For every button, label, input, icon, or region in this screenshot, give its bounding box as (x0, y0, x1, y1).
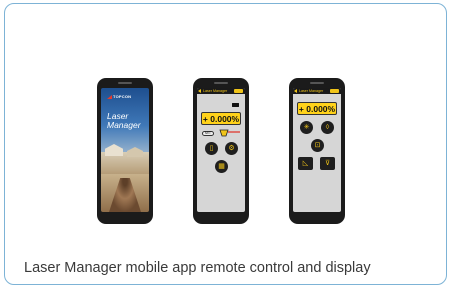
phone-speaker (310, 82, 324, 84)
status-indicator-icon (330, 89, 339, 93)
app-header: Laser Manager (197, 88, 245, 94)
lock-button[interactable]: ⊡ (311, 139, 324, 152)
battery-icon (232, 103, 239, 107)
grid-icon: ▦ (218, 163, 225, 170)
back-arrow-icon[interactable] (294, 89, 297, 93)
laser-beam-icon (219, 129, 240, 137)
remote-icon: ▯ (209, 145, 214, 152)
grade-readout: + 0.000% (201, 112, 241, 125)
grid-button[interactable]: ▦ (215, 160, 228, 173)
slope-up-icon: ◺ (302, 160, 309, 167)
control-screen: Laser Manager + 0.000% M/T ▯ ⚙ ▦ (197, 88, 245, 212)
construction-scene-image (101, 152, 149, 174)
app-header: Laser Manager (293, 88, 341, 94)
grade-readout: + 0.000% (297, 102, 337, 115)
back-arrow-icon[interactable] (198, 89, 201, 93)
direction-icon: ◊ (325, 124, 330, 131)
header-title: Laser Manager (299, 88, 324, 93)
slope-down-button[interactable]: ⊽ (320, 157, 335, 170)
content-card: TOPCON Laser Manager Laser Manager + 0.0… (4, 3, 447, 285)
splash-app-title: Laser Manager (107, 111, 141, 130)
topcon-logo: TOPCON (107, 94, 131, 99)
phone-speaker (118, 82, 132, 84)
header-title: Laser Manager (203, 88, 228, 93)
phone-display: Laser Manager + 0.000% ✳ ◊ ⊡ ◺ ⊽ (289, 78, 345, 224)
slope-up-button[interactable]: ◺ (298, 157, 313, 170)
mode-pill[interactable]: M/T (202, 131, 214, 136)
phone-splash: TOPCON Laser Manager (97, 78, 153, 224)
direction-button[interactable]: ◊ (321, 121, 334, 134)
remote-button[interactable]: ▯ (205, 142, 218, 155)
lock-icon: ⊡ (314, 142, 321, 149)
settings-icon: ⚙ (228, 145, 235, 152)
phone-speaker (214, 82, 228, 84)
splash-screen: TOPCON Laser Manager (101, 88, 149, 212)
display-screen: Laser Manager + 0.000% ✳ ◊ ⊡ ◺ ⊽ (293, 88, 341, 212)
rotation-button[interactable]: ✳ (300, 121, 313, 134)
settings-button[interactable]: ⚙ (225, 142, 238, 155)
caption-text: Laser Manager mobile app remote control … (24, 260, 371, 276)
rotation-icon: ✳ (303, 124, 310, 131)
phone-control: Laser Manager + 0.000% M/T ▯ ⚙ ▦ (193, 78, 249, 224)
slope-down-icon: ⊽ (324, 160, 331, 167)
pipe-image (109, 178, 141, 212)
status-indicator-icon (234, 89, 243, 93)
